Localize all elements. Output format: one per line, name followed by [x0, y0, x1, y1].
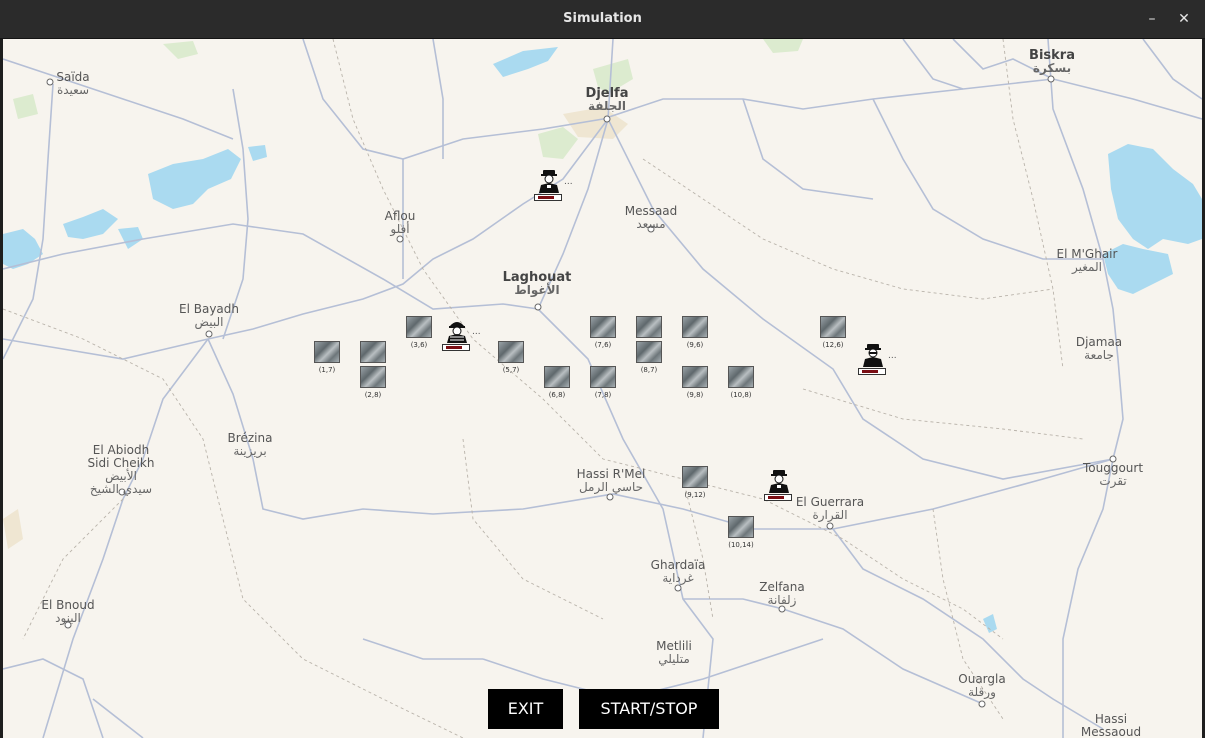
city-djelfa: Djelfa الجلفة: [585, 86, 629, 113]
window-title: Simulation: [563, 11, 642, 26]
title-bar: Simulation – ✕: [0, 0, 1205, 39]
agent-officer[interactable]: ...: [534, 168, 573, 201]
city-hassimessaoud: Hassi Messaoud: [1080, 712, 1142, 738]
elbayadh-marker: [205, 330, 213, 338]
health-fill: [446, 346, 462, 349]
city-ghardaia: Ghardaïa غرداية: [650, 558, 706, 585]
rock-texture-icon: [590, 366, 616, 388]
rock-texture-icon: [728, 516, 754, 538]
health-bar: [534, 194, 562, 201]
biskra-marker: [1047, 75, 1055, 83]
saida-marker: [46, 78, 54, 86]
rock-texture-icon: [636, 316, 662, 338]
minimize-button[interactable]: –: [1141, 8, 1163, 30]
rock-texture-icon: [314, 341, 340, 363]
city-messaad: Messaad مسعد: [624, 204, 678, 231]
city-ouargla: Ouargla ورقلة: [958, 672, 1006, 699]
officer-icon: [863, 344, 883, 367]
city-touggourt: Touggourt تقرت: [1082, 461, 1144, 488]
agent-officer[interactable]: ...: [858, 342, 897, 375]
terrain-tile[interactable]: [636, 316, 662, 338]
terrain-tile[interactable]: [360, 341, 386, 363]
ouargla-marker: [978, 700, 986, 708]
rock-texture-icon: [360, 341, 386, 363]
health-bar: [858, 368, 886, 375]
health-bar: [764, 494, 792, 501]
terrain-tile[interactable]: (9,12): [682, 466, 708, 499]
city-brezina: Brézina بريزينة: [227, 431, 273, 458]
close-button[interactable]: ✕: [1173, 8, 1195, 30]
rock-texture-icon: [682, 466, 708, 488]
aflou-marker: [396, 235, 404, 243]
rock-texture-icon: [682, 316, 708, 338]
terrain-tile[interactable]: (9,6): [682, 316, 708, 349]
map-canvas[interactable]: Saïda سعيدة Djelfa الجلفة Biskra بسكرة Aflo…: [3, 39, 1202, 738]
city-hassirmel: Hassi R'Mel حاسي الرمل: [576, 467, 646, 494]
terrain-tile[interactable]: (9,8): [682, 366, 708, 399]
officer-icon: [539, 170, 559, 193]
terrain-tile[interactable]: (12,6): [820, 316, 846, 349]
terrain-tile[interactable]: (6,8): [544, 366, 570, 399]
city-elbayadh: El Bayadh البيض: [179, 302, 239, 329]
rock-texture-icon: [406, 316, 432, 338]
city-biskra: Biskra بسكرة: [1029, 48, 1075, 75]
rock-texture-icon: [498, 341, 524, 363]
rock-texture-icon: [544, 366, 570, 388]
rock-texture-icon: [590, 316, 616, 338]
laghouat-marker: [534, 303, 542, 311]
city-saida: Saïda سعيدة: [56, 70, 90, 97]
ghardaia-marker: [674, 584, 682, 592]
officer-icon: [769, 470, 789, 493]
city-djamaa: Djamaa جامعة: [1075, 335, 1123, 362]
city-aflou: Aflou أفلو: [384, 209, 416, 236]
terrain-tile[interactable]: (7,8): [590, 366, 616, 399]
terrain-tile[interactable]: (8,7): [636, 341, 662, 374]
exit-button[interactable]: EXIT: [488, 689, 563, 729]
agent-officer[interactable]: [764, 468, 792, 501]
terrain-tile[interactable]: (2,8): [360, 366, 386, 399]
health-bar: [442, 344, 470, 351]
soldier-icon: [447, 322, 467, 343]
city-elbnoud: El Bnoud البنود: [41, 598, 95, 625]
health-fill: [538, 196, 554, 199]
hassirmel-marker: [606, 493, 614, 501]
djelfa-marker: [603, 115, 611, 123]
health-fill: [862, 370, 878, 373]
map-base: [3, 39, 1202, 738]
rock-texture-icon: [682, 366, 708, 388]
terrain-tile[interactable]: (10,14): [728, 516, 754, 549]
agent-soldier[interactable]: ...: [442, 318, 481, 351]
terrain-tile[interactable]: (5,7): [498, 341, 524, 374]
start-stop-button[interactable]: START/STOP: [579, 689, 719, 729]
rock-texture-icon: [636, 341, 662, 363]
city-laghouat: Laghouat الأغواط: [502, 270, 572, 297]
road-layer: [3, 39, 1202, 738]
city-elmghair: El M'Ghair المغير: [1056, 247, 1118, 274]
terrain-tile[interactable]: (7,6): [590, 316, 616, 349]
terrain-tile[interactable]: (1,7): [314, 341, 340, 374]
city-zelfana: Zelfana زلفانة: [759, 580, 805, 607]
city-elabiodh: El Abiodh Sidi Cheikh الأبيض سيدي الشيخ: [87, 443, 155, 496]
rock-texture-icon: [820, 316, 846, 338]
terrain-tile[interactable]: (10,8): [728, 366, 754, 399]
city-elguerrara: El Guerrara القرارة: [795, 495, 865, 522]
city-metlili: Metlili متليلي: [656, 639, 692, 666]
health-fill: [768, 496, 784, 499]
rock-texture-icon: [360, 366, 386, 388]
elguerrara-marker: [826, 522, 834, 530]
rock-texture-icon: [728, 366, 754, 388]
terrain-tile[interactable]: (3,6): [406, 316, 432, 349]
